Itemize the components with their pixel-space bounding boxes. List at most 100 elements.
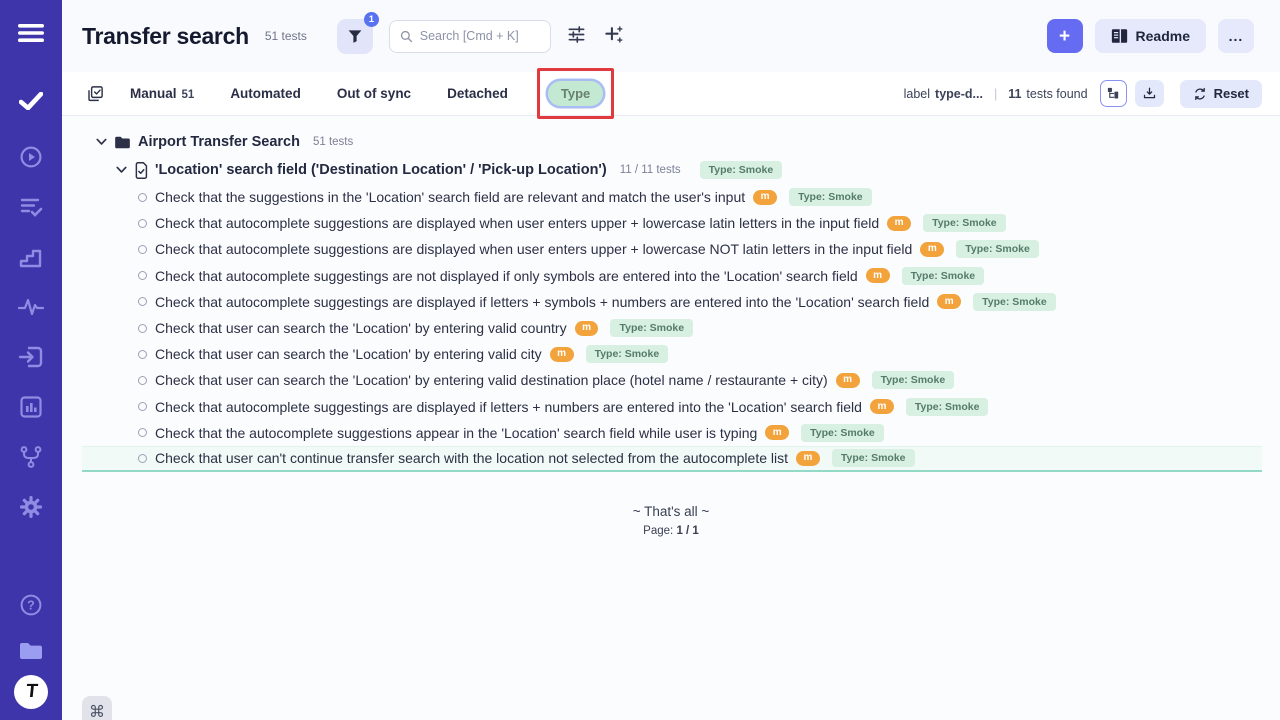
tree-view-icon xyxy=(1106,86,1121,101)
type-smoke-badge: Type: Smoke xyxy=(610,319,693,337)
more-button[interactable]: ... xyxy=(1218,19,1254,53)
manual-marker-badge: m xyxy=(796,451,820,466)
test-status-circle-icon xyxy=(138,402,147,411)
manual-marker-badge: m xyxy=(753,190,777,205)
hamburger-menu-icon[interactable] xyxy=(0,18,62,48)
add-button[interactable]: + xyxy=(1047,19,1083,53)
filter-button[interactable]: 1 xyxy=(337,19,373,54)
test-row[interactable]: Check that autocomplete suggestings are … xyxy=(62,263,1280,289)
test-status-circle-icon xyxy=(138,454,147,463)
filter-summary: label type-d... | 11 tests found xyxy=(904,87,1088,101)
filter-summary-label: label xyxy=(904,87,930,101)
manual-marker-badge: m xyxy=(866,268,890,283)
folder-row[interactable]: Airport Transfer Search 51 tests xyxy=(62,128,1280,156)
tab-out-of-sync[interactable]: Out of sync xyxy=(337,86,411,101)
steps-icon[interactable] xyxy=(0,242,62,272)
test-row[interactable]: Check that autocomplete suggestions are … xyxy=(62,236,1280,262)
sidebar: ? T xyxy=(0,0,62,720)
test-row[interactable]: Check that autocomplete suggestings are … xyxy=(62,394,1280,420)
readme-button[interactable]: Readme xyxy=(1095,19,1206,53)
logo-t[interactable]: T xyxy=(0,680,62,720)
book-icon xyxy=(1111,28,1128,44)
tab-automated[interactable]: Automated xyxy=(230,86,301,101)
test-plans-list-icon[interactable] xyxy=(0,192,62,222)
test-title: Check that user can search the 'Location… xyxy=(155,346,542,362)
chevron-down-icon xyxy=(116,166,127,174)
type-smoke-badge: Type: Smoke xyxy=(872,371,955,389)
page-title: Transfer search xyxy=(82,23,249,50)
manual-marker-badge: m xyxy=(550,347,574,362)
select-all-button[interactable] xyxy=(86,85,104,103)
settings-gear-icon[interactable] xyxy=(0,492,62,522)
reset-button[interactable]: Reset xyxy=(1180,80,1262,108)
download-button[interactable] xyxy=(1135,80,1164,107)
manual-marker-badge: m xyxy=(920,242,944,257)
pagination: Page: 1 / 1 xyxy=(62,525,1280,537)
type-smoke-badge: Type: Smoke xyxy=(586,345,669,363)
test-row[interactable]: Check that autocomplete suggestions are … xyxy=(62,210,1280,236)
import-icon[interactable] xyxy=(0,342,62,372)
suite-meta: 11 / 11 tests xyxy=(620,164,681,176)
analytics-chart-icon[interactable] xyxy=(0,392,62,422)
main-content: Transfer search 51 tests 1 + Readme ... xyxy=(62,0,1280,720)
tab-manual[interactable]: Manual 51 xyxy=(130,86,194,101)
test-row[interactable]: Check that the autocomplete suggestions … xyxy=(62,420,1280,446)
columns-settings-button[interactable] xyxy=(565,23,588,49)
tree-view-toggle-button[interactable] xyxy=(1100,80,1127,107)
download-icon xyxy=(1142,86,1157,101)
type-filter-chip[interactable]: Type xyxy=(548,81,603,106)
test-status-circle-icon xyxy=(138,324,147,333)
type-smoke-badge: Type: Smoke xyxy=(973,293,1056,311)
test-title: Check that user can't continue transfer … xyxy=(155,450,788,466)
type-smoke-badge: Type: Smoke xyxy=(902,267,985,285)
test-row[interactable]: Check that user can search the 'Location… xyxy=(62,367,1280,393)
test-row[interactable]: Check that autocomplete suggestings are … xyxy=(62,289,1280,315)
test-row[interactable]: Check that the suggestions in the 'Locat… xyxy=(62,184,1280,210)
tab-detached[interactable]: Detached xyxy=(447,86,508,101)
test-list: Check that the suggestions in the 'Locat… xyxy=(62,184,1280,472)
tests-count: 51 tests xyxy=(265,29,307,43)
branch-icon[interactable] xyxy=(0,442,62,472)
manual-marker-badge: m xyxy=(870,399,894,414)
type-smoke-badge: Type: Smoke xyxy=(956,240,1039,258)
topbar: Transfer search 51 tests 1 + Readme ... xyxy=(62,0,1280,72)
test-row[interactable]: Check that user can search the 'Location… xyxy=(62,341,1280,367)
test-row[interactable]: Check that user can search the 'Location… xyxy=(62,315,1280,341)
tests-check-icon[interactable] xyxy=(0,86,62,116)
runs-play-icon[interactable] xyxy=(0,142,62,172)
suite-row[interactable]: 'Location' search field ('Destination Lo… xyxy=(62,156,1280,184)
projects-folder-icon[interactable] xyxy=(0,636,62,666)
ai-sparkles-button[interactable] xyxy=(602,23,625,49)
test-status-circle-icon xyxy=(138,428,147,437)
tab-automated-label: Automated xyxy=(230,86,301,101)
test-row[interactable]: Check that user can't continue transfer … xyxy=(82,446,1262,472)
test-title: Check that the suggestions in the 'Locat… xyxy=(155,189,745,205)
filter-summary-suffix: tests found xyxy=(1026,87,1087,101)
search-icon xyxy=(400,29,413,44)
help-icon[interactable]: ? xyxy=(0,590,62,620)
tab-manual-count: 51 xyxy=(182,89,195,101)
multi-select-check-icon xyxy=(86,85,104,103)
document-icon xyxy=(134,162,148,179)
test-title: Check that autocomplete suggestions are … xyxy=(155,215,879,231)
folder-icon xyxy=(114,135,131,150)
readme-label: Readme xyxy=(1136,28,1190,44)
topbar-actions: + Readme ... xyxy=(1047,19,1254,53)
logo-letter: T xyxy=(25,681,37,703)
manual-marker-badge: m xyxy=(937,294,961,309)
test-tree: Airport Transfer Search 51 tests 'Locati… xyxy=(62,116,1280,472)
type-smoke-badge: Type: Smoke xyxy=(700,161,783,179)
test-title: Check that autocomplete suggestings are … xyxy=(155,268,858,284)
list-footer: ~ That's all ~ Page: 1 / 1 xyxy=(62,504,1280,537)
type-smoke-badge: Type: Smoke xyxy=(789,188,872,206)
suite-name: 'Location' search field ('Destination Lo… xyxy=(155,162,607,178)
tab-detached-label: Detached xyxy=(447,86,508,101)
test-title: Check that user can search the 'Location… xyxy=(155,372,828,388)
search-input[interactable] xyxy=(420,29,540,43)
test-title: Check that autocomplete suggestions are … xyxy=(155,241,912,257)
command-shortcut-button[interactable]: ⌘ xyxy=(82,696,112,720)
pulse-icon[interactable] xyxy=(0,292,62,322)
folder-meta: 51 tests xyxy=(313,136,353,148)
test-status-circle-icon xyxy=(138,297,147,306)
search-box[interactable] xyxy=(389,20,551,53)
